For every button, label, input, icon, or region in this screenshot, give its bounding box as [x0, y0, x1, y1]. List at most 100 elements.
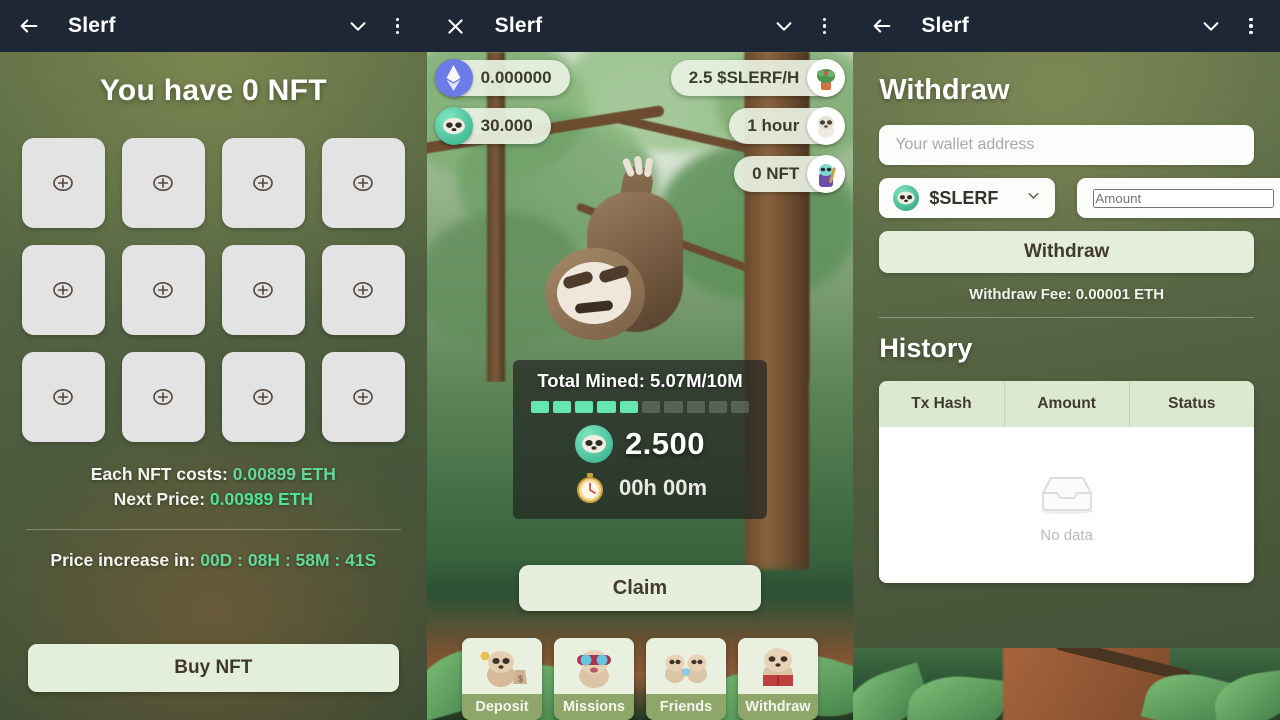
duration-value: 1 hour [747, 116, 800, 135]
more-vertical-icon[interactable] [809, 11, 839, 41]
left-app-title: Slerf [68, 14, 116, 37]
sloth-plant-icon [807, 59, 846, 97]
next-price-label: Next Price: [113, 488, 206, 509]
progress-segment [552, 401, 572, 413]
sloth-warrior-icon [807, 155, 846, 193]
withdraw-button[interactable]: Withdraw [879, 231, 1254, 273]
plus-circle-icon [353, 174, 373, 192]
slerf-coin-icon [893, 185, 920, 211]
wallet-address-field[interactable] [879, 125, 1254, 165]
nft-grid [22, 138, 405, 442]
claim-button[interactable]: Claim [518, 565, 762, 611]
right-footer-area [853, 583, 1280, 720]
next-price-value: 0.00989 ETH [209, 488, 314, 509]
sloth-white-icon [807, 107, 846, 145]
plus-circle-icon [53, 174, 74, 192]
nav-withdraw-label: Withdraw [737, 694, 818, 720]
nft-slot[interactable] [121, 138, 205, 228]
nav-withdraw[interactable]: Withdraw [737, 638, 818, 720]
progress-segment [686, 401, 705, 413]
stats-left-column: 0.000000 30.000 [434, 59, 570, 145]
next-price-row: Next Price: 0.00989 ETH [0, 487, 427, 512]
progress-segment [597, 401, 616, 413]
history-table: Tx Hash Amount Status No data [879, 381, 1254, 583]
progress-segment [530, 401, 549, 413]
right-divider [879, 317, 1254, 318]
chevron-down-icon[interactable] [1196, 11, 1226, 41]
back-arrow-icon[interactable] [867, 11, 897, 41]
nft-slot[interactable] [121, 245, 205, 335]
mining-timer-row: 00h 00m [523, 471, 758, 505]
three-panel-screenshot: Slerf You have 0 NFT Each NFT costs: 0.0… [0, 0, 1280, 720]
more-dots [395, 17, 400, 35]
svg-text:$: $ [518, 674, 523, 684]
amount-field[interactable] [1077, 178, 1280, 218]
buy-nft-button[interactable]: Buy NFT [28, 644, 399, 692]
progress-segment [708, 401, 728, 413]
wallet-address-input[interactable] [895, 136, 1238, 154]
column-tx-hash: Tx Hash [879, 381, 1005, 427]
nft-slot[interactable] [321, 245, 405, 335]
amount-input[interactable] [1093, 188, 1275, 208]
nft-slot[interactable] [221, 138, 305, 228]
page-title: You have 0 NFT [99, 74, 327, 107]
history-table-header: Tx Hash Amount Status [879, 381, 1254, 427]
stats-right-column: 2.5 $SLERF/H 1 hour 0 NFT [670, 59, 846, 193]
slerf-coin-icon [434, 107, 473, 145]
sloth-glasses-icon [553, 638, 634, 694]
nft-slot[interactable] [221, 352, 305, 442]
left-appbar: Slerf [0, 0, 427, 52]
mined-amount-row: 2.500 [523, 425, 758, 463]
right-panel: Slerf Withdraw $SLERF [853, 0, 1280, 720]
plus-circle-icon [53, 281, 74, 299]
nft-slot[interactable] [22, 245, 105, 335]
rate-pill: 2.5 $SLERF/H [670, 59, 846, 97]
nft-count-pill: 0 NFT [734, 155, 846, 193]
nav-missions-label: Missions [553, 694, 634, 720]
nft-slot[interactable] [321, 138, 405, 228]
nav-deposit[interactable]: $ Deposit [461, 638, 542, 720]
nft-slot[interactable] [321, 352, 405, 442]
nav-friends[interactable]: Friends [645, 638, 726, 720]
total-mined-label: Total Mined: 5.07M/10M [537, 370, 743, 391]
back-arrow-icon[interactable] [14, 11, 44, 41]
progress-segment [731, 401, 750, 413]
progress-segment [575, 401, 594, 413]
nft-slot[interactable] [221, 245, 305, 335]
price-info: Each NFT costs: 0.00899 ETH Next Price: … [0, 462, 427, 512]
rate-value: 2.5 $SLERF/H [688, 68, 800, 87]
nft-slot[interactable] [121, 352, 205, 442]
sloth-friends-icon [645, 638, 726, 694]
eth-balance-pill: 0.000000 [434, 59, 570, 97]
plus-circle-icon [153, 388, 174, 406]
mining-timer-value: 00h 00m [618, 475, 708, 500]
nav-missions[interactable]: Missions [553, 638, 634, 720]
token-amount-row: $SLERF [879, 178, 1280, 218]
chevron-down-icon[interactable] [769, 11, 799, 41]
countdown-value: 00D : 08H : 58M : 41S [200, 549, 377, 570]
duration-pill: 1 hour [729, 107, 846, 145]
nav-friends-label: Friends [645, 694, 726, 720]
plus-circle-icon [153, 174, 174, 192]
sloth-book-icon [737, 638, 818, 694]
mid-content: 0.000000 30.000 2.5 $SLERF/H 1 hour 0 NF… [426, 52, 854, 720]
plus-circle-icon [253, 388, 274, 406]
chevron-down-icon[interactable] [343, 11, 373, 41]
nft-slot[interactable] [22, 138, 105, 228]
countdown-label: Price increase in: [50, 549, 196, 570]
plus-circle-icon [353, 388, 373, 406]
more-vertical-icon[interactable] [383, 11, 413, 41]
mining-progress-bar [530, 401, 750, 413]
more-vertical-icon[interactable] [1236, 11, 1266, 41]
right-content: Withdraw $SLERF Withdraw [853, 52, 1280, 720]
plus-circle-icon [253, 281, 274, 299]
token-select[interactable]: $SLERF [879, 178, 1056, 218]
progress-segment [619, 401, 638, 413]
nft-slot[interactable] [22, 352, 105, 442]
nav-deposit-label: Deposit [461, 694, 542, 720]
progress-segment [664, 401, 683, 413]
sloth-money-icon: $ [461, 638, 542, 694]
plus-circle-icon [153, 281, 174, 299]
close-icon[interactable] [441, 11, 471, 41]
history-heading: History [879, 333, 973, 363]
